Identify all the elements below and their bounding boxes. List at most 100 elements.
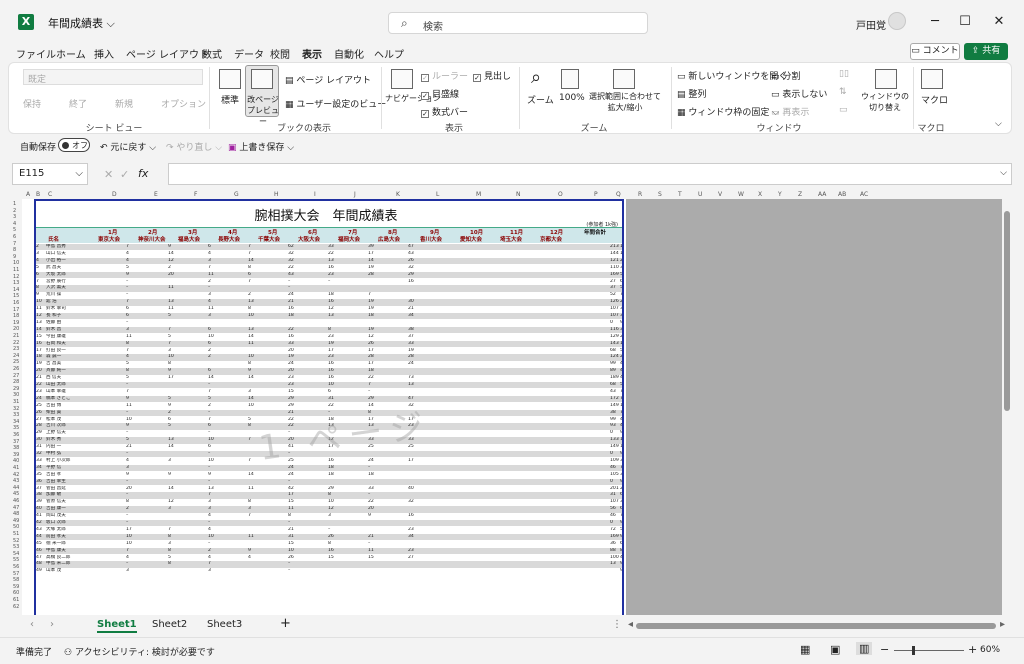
row-header[interactable]: 43 xyxy=(13,478,19,484)
expand-formula-icon[interactable]: ⌵ xyxy=(1000,168,1007,178)
tab-1[interactable]: ホーム xyxy=(56,46,86,61)
freeze-panes-button[interactable]: ▦ ウィンドウ枠の固定 ⌵ xyxy=(677,105,779,118)
switch-window-button[interactable]: ウィンドウの切り替え xyxy=(861,91,909,113)
row-header[interactable]: 29 xyxy=(13,386,19,392)
row-header[interactable]: 46 xyxy=(13,498,19,504)
row-header[interactable]: 60 xyxy=(13,590,19,596)
tab-3[interactable]: ページ レイアウト xyxy=(126,46,209,61)
redo-button[interactable]: ↷ やり直し ⌵ xyxy=(166,140,222,153)
enter-icon[interactable]: ✓ xyxy=(120,168,129,181)
row-header[interactable]: 4 xyxy=(13,221,16,227)
page-layout-status-icon[interactable]: ▣ xyxy=(830,643,840,656)
scroll-left-icon[interactable]: ◂ xyxy=(628,619,633,630)
row-header[interactable]: 12 xyxy=(13,274,19,280)
row-header[interactable]: 9 xyxy=(13,254,16,260)
tab-4[interactable]: 数式 xyxy=(202,46,222,61)
sheet-tab-1[interactable]: Sheet1 xyxy=(97,619,137,633)
row-header[interactable]: 45 xyxy=(13,491,19,497)
row-header[interactable]: 34 xyxy=(13,419,19,425)
row-header[interactable]: 38 xyxy=(13,445,19,451)
column-header[interactable]: X xyxy=(758,191,762,198)
row-header[interactable]: 59 xyxy=(13,584,19,590)
tab-8[interactable]: 自動化 xyxy=(334,46,364,61)
row-header[interactable]: 24 xyxy=(13,353,19,359)
column-header[interactable]: L xyxy=(436,191,439,198)
row-header[interactable]: 1 xyxy=(13,201,16,207)
row-header[interactable]: 35 xyxy=(13,425,19,431)
column-header[interactable]: AC xyxy=(860,191,868,198)
normal-view-status-icon[interactable]: ▦ xyxy=(800,643,810,656)
share-button[interactable]: ⇪ 共有 xyxy=(964,43,1008,60)
add-sheet-button[interactable]: + xyxy=(280,616,291,631)
column-header[interactable]: U xyxy=(698,191,702,198)
row-header[interactable]: 44 xyxy=(13,485,19,491)
collapse-ribbon-icon[interactable]: ⌵ xyxy=(995,119,1002,129)
row-header[interactable]: 50 xyxy=(13,524,19,530)
row-header[interactable]: 58 xyxy=(13,577,19,583)
column-header[interactable]: AA xyxy=(818,191,826,198)
row-header[interactable]: 51 xyxy=(13,531,19,537)
tab-6[interactable]: 校閲 xyxy=(270,46,290,61)
page-layout-button[interactable]: ▤ ページ レイアウト xyxy=(285,73,371,86)
row-header[interactable]: 11 xyxy=(13,267,19,273)
column-header[interactable]: D xyxy=(112,191,117,198)
page-break-preview-button[interactable]: 改ページ プレビュー xyxy=(245,65,279,126)
row-header[interactable]: 8 xyxy=(13,247,16,253)
tab-0[interactable]: ファイル xyxy=(16,46,56,61)
column-header[interactable]: Z xyxy=(798,191,802,198)
column-header[interactable]: O xyxy=(558,191,563,198)
column-header[interactable]: V xyxy=(718,191,722,198)
row-header[interactable]: 55 xyxy=(13,557,19,563)
sheetview-exit-button[interactable]: 終了 xyxy=(69,97,87,110)
row-header[interactable]: 2 xyxy=(13,208,16,214)
column-header[interactable]: T xyxy=(678,191,682,198)
row-header[interactable]: 18 xyxy=(13,313,19,319)
avatar[interactable] xyxy=(888,12,906,30)
column-header[interactable]: E xyxy=(154,191,158,198)
macro-button[interactable]: マクロ xyxy=(921,93,948,106)
row-header[interactable]: 62 xyxy=(13,604,19,610)
sheetview-dropdown[interactable]: 既定 xyxy=(23,69,203,85)
row-header[interactable]: 52 xyxy=(13,538,19,544)
row-header[interactable]: 25 xyxy=(13,359,19,365)
row-header[interactable]: 41 xyxy=(13,465,19,471)
row-header[interactable]: 22 xyxy=(13,340,19,346)
row-header[interactable]: 13 xyxy=(13,280,19,286)
arrange-button[interactable]: ▤ 整列 xyxy=(677,87,706,100)
sheetview-keep-button[interactable]: 保持 xyxy=(23,97,41,110)
row-header[interactable]: 61 xyxy=(13,597,19,603)
column-header[interactable]: G xyxy=(234,191,239,198)
tab-9[interactable]: ヘルプ xyxy=(374,46,404,61)
row-header[interactable]: 26 xyxy=(13,366,19,372)
column-header[interactable]: Q xyxy=(616,191,621,198)
row-header[interactable]: 40 xyxy=(13,458,19,464)
row-header[interactable]: 16 xyxy=(13,300,19,306)
zoom-100-button[interactable]: 100% xyxy=(559,93,585,103)
zoom-in-icon[interactable]: + xyxy=(968,643,977,656)
page-break-status-icon[interactable]: ▥ xyxy=(856,642,873,655)
zoom-out-icon[interactable]: − xyxy=(880,643,889,656)
more-options-icon[interactable]: ⋮ xyxy=(612,619,622,630)
column-header[interactable]: W xyxy=(738,191,744,198)
custom-views-button[interactable]: ▦ ユーザー設定のビュー xyxy=(285,97,386,110)
zoom-button[interactable]: ズーム xyxy=(527,93,554,106)
row-header[interactable]: 56 xyxy=(13,564,19,570)
headings-checkbox[interactable]: ✓ 見出し xyxy=(473,69,511,82)
minimize-icon[interactable]: ─ xyxy=(920,10,950,34)
column-header[interactable]: C xyxy=(48,191,52,198)
row-header[interactable]: 54 xyxy=(13,551,19,557)
row-header[interactable]: 15 xyxy=(13,293,19,299)
maximize-icon[interactable]: ☐ xyxy=(950,10,980,34)
prev-sheet-icon[interactable]: ‹ xyxy=(30,619,34,630)
unhide-button[interactable]: ▭ 再表示 xyxy=(771,105,809,118)
row-header[interactable]: 57 xyxy=(13,571,19,577)
row-header[interactable]: 7 xyxy=(13,241,16,247)
tab-7[interactable]: 表示 xyxy=(302,46,322,65)
row-header[interactable]: 37 xyxy=(13,439,19,445)
row-header[interactable]: 20 xyxy=(13,326,19,332)
hide-button[interactable]: ▭ 表示しない xyxy=(771,87,827,100)
row-header[interactable]: 49 xyxy=(13,518,19,524)
row-header[interactable]: 32 xyxy=(13,406,19,412)
row-header[interactable]: 27 xyxy=(13,373,19,379)
sheet-tab-3[interactable]: Sheet3 xyxy=(207,619,242,630)
